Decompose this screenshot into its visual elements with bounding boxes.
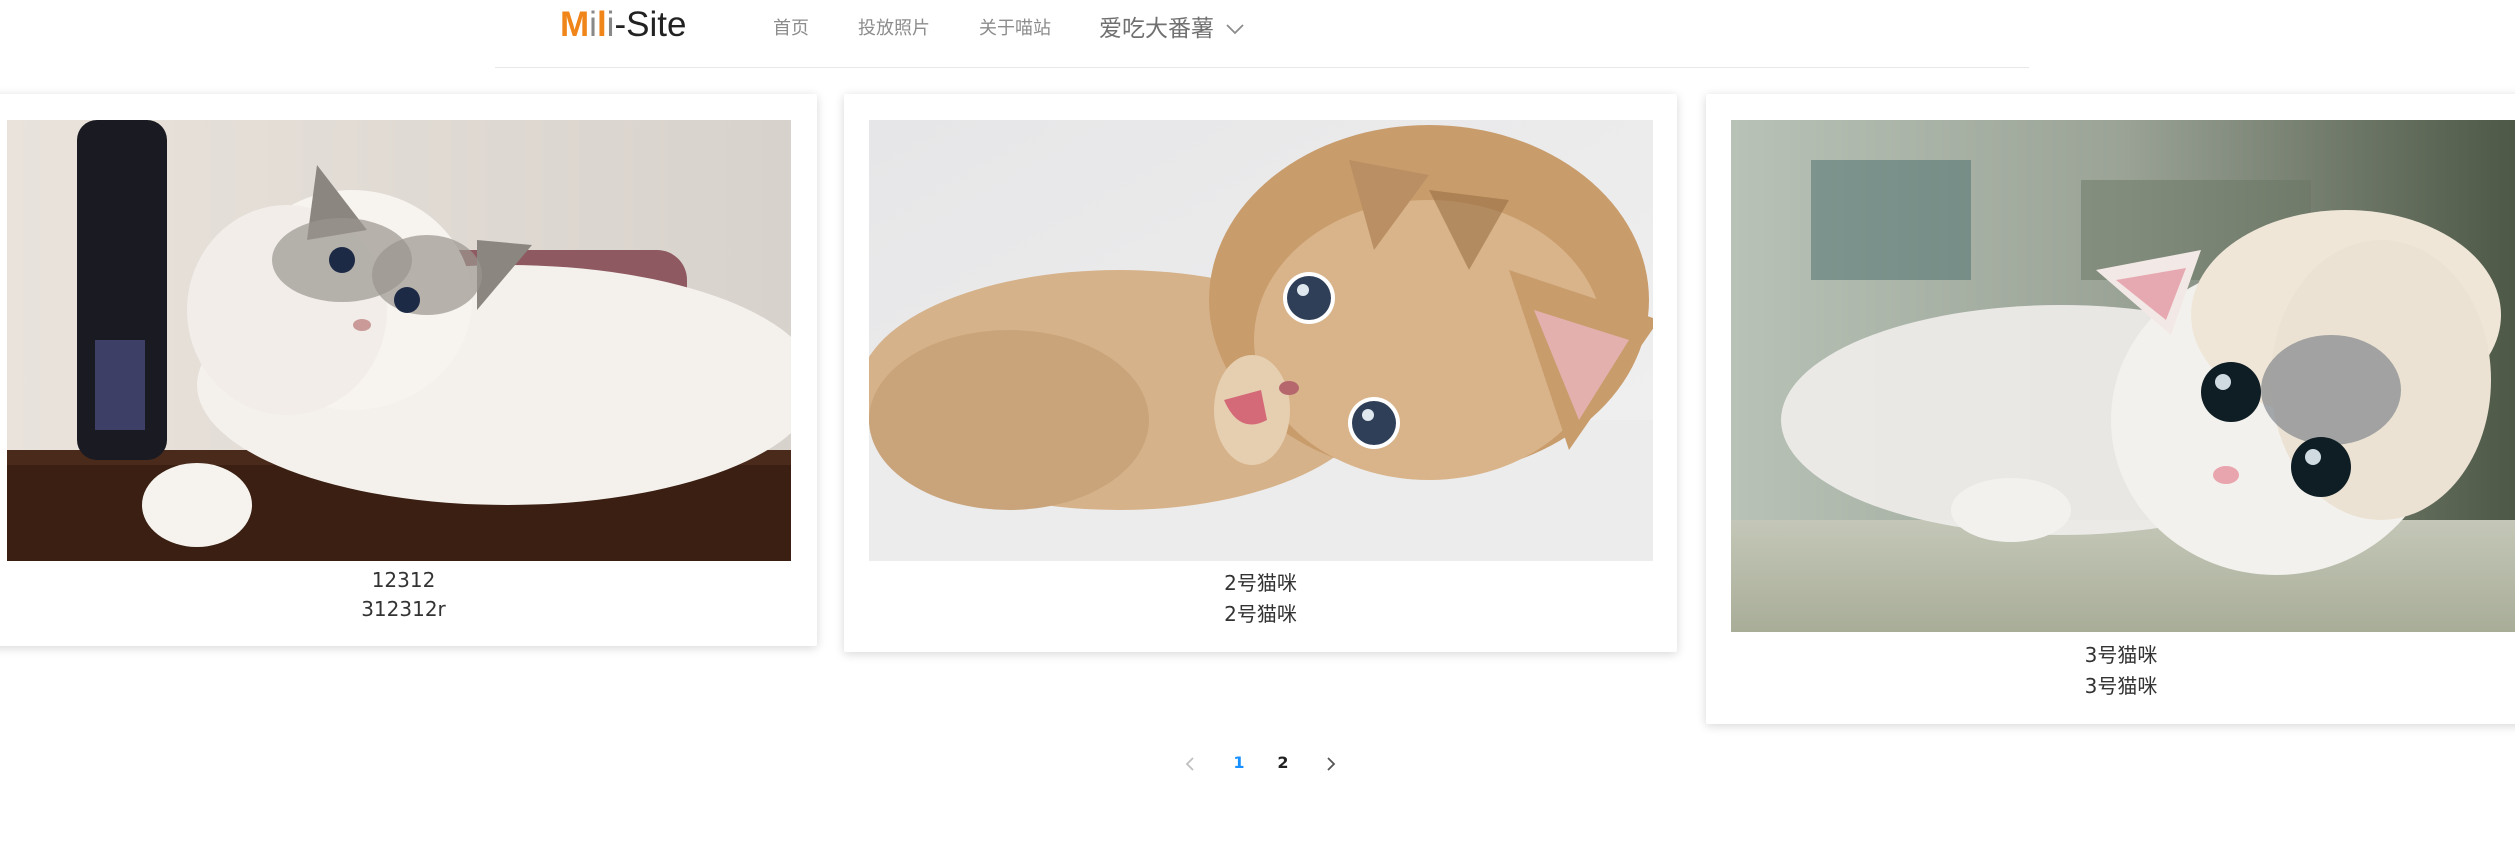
- cat-photo-image: [7, 120, 791, 561]
- cat-card-description: 2号猫咪: [1224, 602, 1297, 626]
- cat-card-description: 312312r: [361, 597, 446, 621]
- pagination-page-1[interactable]: 1: [1224, 748, 1254, 778]
- cat-card[interactable]: 3号猫咪 3号猫咪: [1706, 94, 2515, 724]
- logo-letter-l: l: [596, 5, 607, 44]
- nav-upload-photos-link[interactable]: 投放照片: [858, 17, 930, 41]
- chevron-right-icon: [1327, 756, 1336, 771]
- cat-card-title: 3号猫咪: [2084, 643, 2158, 667]
- logo-letter-m: M: [560, 5, 590, 44]
- cat-photo[interactable]: [1731, 120, 2515, 632]
- nav-about-link[interactable]: 关于喵站: [979, 17, 1051, 41]
- chevron-down-icon: [1226, 24, 1244, 35]
- top-nav-bar: Mili-Site 首页 投放照片 关于喵站 爱吃大番薯: [495, 0, 2029, 68]
- pagination-page-2[interactable]: 2: [1268, 748, 1298, 778]
- user-name: 爱吃大番薯: [1099, 16, 1214, 42]
- logo-letter-i: i: [589, 5, 597, 44]
- cat-photo[interactable]: [7, 120, 791, 561]
- cat-photo-image: [869, 120, 1653, 561]
- pagination-prev-button[interactable]: [1175, 748, 1205, 778]
- site-logo[interactable]: Mili-Site: [560, 1, 686, 49]
- user-menu-dropdown[interactable]: 爱吃大番薯: [1099, 14, 1244, 44]
- pagination-next-button[interactable]: [1316, 748, 1346, 778]
- chevron-left-icon: [1185, 756, 1194, 771]
- cat-card[interactable]: 2号猫咪 2号猫咪: [844, 94, 1677, 652]
- cat-card-description: 3号猫咪: [2084, 674, 2158, 698]
- cat-card[interactable]: 12312 312312r: [0, 94, 817, 646]
- cat-photo-image: [1731, 120, 2515, 632]
- cat-card-title: 12312: [371, 568, 436, 592]
- logo-suffix: -Site: [614, 5, 687, 44]
- cat-card-title: 2号猫咪: [1224, 571, 1297, 595]
- nav-home-link[interactable]: 首页: [773, 17, 809, 41]
- cat-photo[interactable]: [869, 120, 1653, 561]
